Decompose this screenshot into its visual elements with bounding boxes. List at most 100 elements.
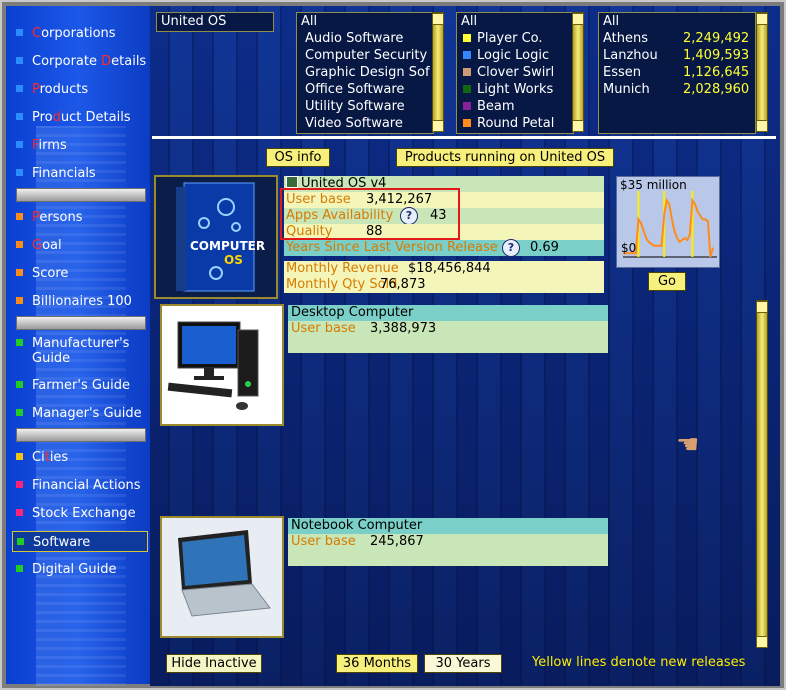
sidebar-item-13[interactable]: Manager's Guide xyxy=(12,406,146,422)
sidebar-item-5[interactable]: Firms xyxy=(12,138,146,154)
sidebar-item-label: Persons xyxy=(32,210,83,225)
bullet-icon xyxy=(16,141,23,148)
company-item[interactable]: Light Works xyxy=(461,81,553,98)
sidebar-item-11[interactable]: Manufacturer's Guide xyxy=(12,336,146,368)
scroll-thumb[interactable] xyxy=(756,636,768,648)
city-item[interactable]: Athens 2,249,492 xyxy=(603,30,753,47)
sidebar-item-14[interactable]: Cities xyxy=(12,450,146,466)
category-item[interactable]: Audio Software xyxy=(305,30,403,47)
years-label: Years Since Last Version Release xyxy=(286,240,498,255)
scroll-thumb[interactable] xyxy=(572,13,584,25)
category-item[interactable]: Office Software xyxy=(305,81,404,98)
sidebar-item-3[interactable]: Products xyxy=(12,82,146,98)
scroll-thumb[interactable] xyxy=(756,13,768,25)
sidebar-item-label: Product Details xyxy=(32,110,131,125)
sidebar-item-15[interactable]: Financial Actions xyxy=(12,478,146,494)
os-info-button[interactable]: OS info xyxy=(266,148,330,167)
bullet-icon xyxy=(16,297,23,304)
main-scrollbar[interactable] xyxy=(756,300,768,648)
notebook-row-blank xyxy=(288,550,608,566)
help-icon[interactable]: ? xyxy=(502,239,520,257)
36-months-button[interactable]: 36 Months xyxy=(336,654,418,673)
desktop-userbase-row: User base 3,388,973 xyxy=(288,321,608,337)
qty-row: Monthly Qty Sold 76,873 xyxy=(284,277,604,293)
os-color-swatch xyxy=(286,176,298,188)
company-item[interactable]: Logic Logic xyxy=(461,47,549,64)
products-running-button[interactable]: Products running on United OS xyxy=(396,148,614,167)
30-years-button[interactable]: 30 Years xyxy=(424,654,502,673)
sidebar-item-16[interactable]: Stock Exchange xyxy=(12,506,146,522)
bullet-icon xyxy=(16,169,23,176)
company-list: All Player Co. Logic Logic Clover Swirl Ligh… xyxy=(456,12,574,134)
company-name: All xyxy=(461,14,478,29)
desktop-userbase-value: 3,388,973 xyxy=(370,321,437,336)
city-item[interactable]: Munich 2,028,960 xyxy=(603,81,753,98)
category-item[interactable]: Video Software xyxy=(305,115,403,132)
bullet-icon xyxy=(16,113,23,120)
bullet-icon xyxy=(16,29,23,36)
sidebar-item-4[interactable]: Product Details xyxy=(12,110,146,126)
scroll-thumb[interactable] xyxy=(432,13,444,25)
sidebar-divider xyxy=(16,188,146,202)
city-name: Lanzhou xyxy=(603,48,658,63)
category-item[interactable]: Utility Software xyxy=(305,98,405,115)
sidebar-item-label: Corporations xyxy=(32,26,116,41)
years-value: 0.69 xyxy=(530,240,559,255)
category-item[interactable]: Graphic Design Sof xyxy=(305,64,430,81)
sidebar-divider xyxy=(16,428,146,442)
scroll-thumb[interactable] xyxy=(432,120,444,132)
bullet-icon xyxy=(16,565,23,572)
category-item[interactable]: All xyxy=(301,13,317,30)
sidebar-item-label: Manufacturer's Guide xyxy=(32,336,130,366)
sidebar-item-17[interactable]: Software xyxy=(12,531,148,552)
sidebar-item-label: Firms xyxy=(32,138,67,153)
company-name: Beam xyxy=(477,99,515,114)
bullet-icon xyxy=(16,85,23,92)
city-item[interactable]: Essen 1,126,645 xyxy=(603,64,753,81)
chart-top-label: $35 million xyxy=(620,178,687,192)
scroll-thumb[interactable] xyxy=(756,120,768,132)
company-item[interactable]: Clover Swirl xyxy=(461,64,554,81)
notebook-userbase-label: User base xyxy=(291,534,356,549)
sidebar-item-12[interactable]: Farmer's Guide xyxy=(12,378,146,394)
qty-value: 76,873 xyxy=(380,277,426,292)
sidebar-item-9[interactable]: Score xyxy=(12,266,146,282)
city-item[interactable]: Lanzhou 1,409,593 xyxy=(603,47,753,64)
sidebar-item-7[interactable]: Persons xyxy=(12,210,146,226)
go-button[interactable]: Go xyxy=(648,272,686,291)
company-item[interactable]: All xyxy=(461,13,477,30)
notebook-image xyxy=(160,516,284,638)
os-box-icon xyxy=(176,182,255,292)
bullet-icon xyxy=(16,269,23,276)
bullet-icon xyxy=(16,481,23,488)
hide-inactive-button[interactable]: Hide Inactive xyxy=(166,654,262,673)
revenue-row: Monthly Revenue $18,456,844 xyxy=(284,261,604,277)
company-item[interactable]: Beam xyxy=(461,98,515,115)
sidebar-item-1[interactable]: Corporations xyxy=(12,26,146,42)
city-value: 2,028,960 xyxy=(683,82,750,97)
company-item[interactable]: Round Petal xyxy=(461,115,554,132)
sidebar-item-8[interactable]: Goal xyxy=(12,238,146,254)
os-select[interactable]: United OS xyxy=(156,12,274,32)
company-item[interactable]: Player Co. xyxy=(461,30,543,47)
category-scrollbar[interactable] xyxy=(432,12,444,132)
scroll-thumb[interactable] xyxy=(572,120,584,132)
city-value: 2,249,492 xyxy=(683,31,750,46)
sidebar-item-10[interactable]: Billionaires 100 xyxy=(12,294,146,310)
city-list: All Athens 2,249,492 Lanzhou 1,409,593 Essen 1… xyxy=(598,12,756,134)
bullet-icon xyxy=(16,57,23,64)
city-item[interactable]: All xyxy=(603,13,753,30)
sidebar-item-2[interactable]: Corporate Details xyxy=(12,54,146,70)
sidebar-item-label: Manager's Guide xyxy=(32,406,142,421)
desktop-name: Desktop Computer xyxy=(291,305,414,320)
bullet-icon xyxy=(17,538,24,545)
city-name: All xyxy=(603,14,620,29)
scroll-thumb[interactable] xyxy=(756,301,768,313)
company-name: Light Works xyxy=(477,82,554,97)
company-scrollbar[interactable] xyxy=(572,12,584,132)
city-scrollbar[interactable] xyxy=(756,12,768,132)
category-item[interactable]: Computer Security xyxy=(305,47,427,64)
sidebar-item-18[interactable]: Digital Guide xyxy=(12,562,146,578)
desktop-image xyxy=(160,304,284,426)
sidebar-item-6[interactable]: Financials xyxy=(12,166,146,182)
